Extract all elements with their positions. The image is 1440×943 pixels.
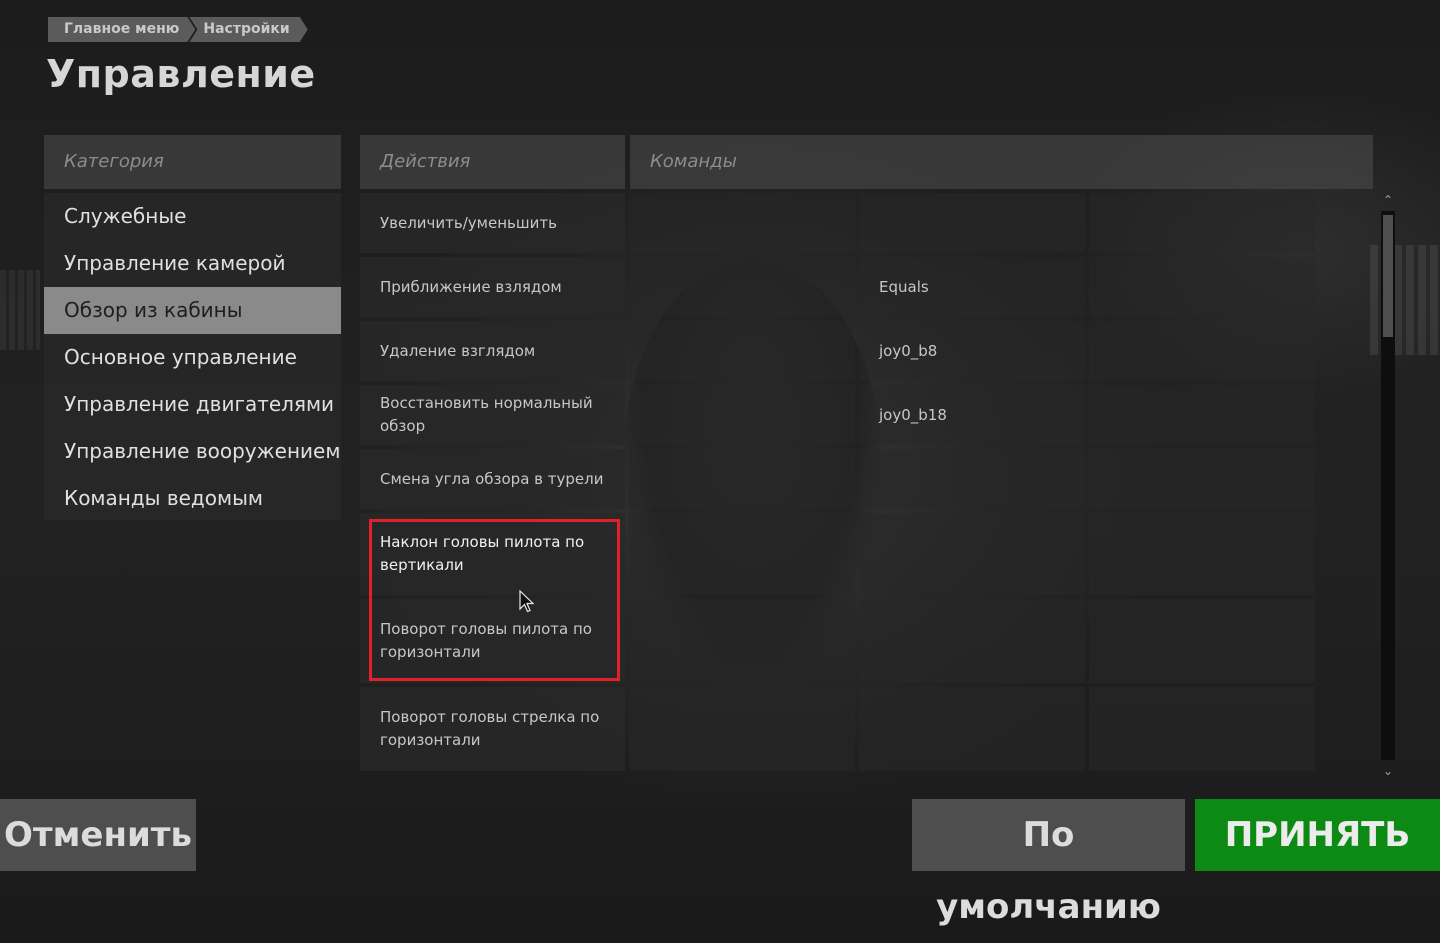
table-row: Приближение взлядом Equals [360,257,1373,317]
action-cell[interactable]: Восстановить нормальный обзор [360,385,625,445]
command-slot-1[interactable] [629,513,855,595]
category-item-wingman-commands[interactable]: Команды ведомым [44,475,341,522]
command-slot-2[interactable] [859,193,1085,253]
command-slot-3[interactable] [1089,385,1315,445]
action-cell[interactable]: Увеличить/уменьшить [360,193,625,253]
action-cell[interactable]: Поворот головы стрелка по горизонтали [360,687,625,771]
command-slot-3[interactable] [1089,599,1315,683]
command-slot-1[interactable] [629,193,855,253]
scrollbar-thumb[interactable] [1383,215,1393,337]
selection-highlight-box [369,519,620,681]
command-slot-1[interactable] [629,449,855,509]
command-slot-3[interactable] [1089,449,1315,509]
command-slot-3[interactable] [1089,257,1315,317]
page-title: Управление [46,52,316,96]
category-item-weapons-control[interactable]: Управление вооружением [44,428,341,475]
commands-header: Команды [630,135,1373,189]
table-row: Смена угла обзора в турели [360,449,1373,509]
command-slot-3[interactable] [1089,687,1315,771]
table-row: Увеличить/уменьшить [360,193,1373,253]
mouse-cursor-icon [519,590,535,613]
command-slot-1[interactable] [629,257,855,317]
table-row: Поворот головы стрелка по горизонтали [360,687,1373,771]
command-slot-2[interactable] [859,513,1085,595]
background-hangar-left [0,270,40,350]
command-slot-2[interactable] [859,599,1085,683]
actions-header: Действия [360,135,625,189]
category-header: Категория [44,135,341,189]
scroll-down-icon[interactable]: ⌄ [1381,764,1395,778]
table-row: Восстановить нормальный обзор joy0_b18 [360,385,1373,445]
command-slot-1[interactable] [629,321,855,381]
command-slot-2[interactable] [859,449,1085,509]
command-slot-1[interactable] [629,599,855,683]
command-slot-1[interactable] [629,687,855,771]
restore-defaults-button[interactable]: По умолчанию [912,799,1185,927]
command-slot-2[interactable] [859,687,1085,771]
category-item-cockpit-view[interactable]: Обзор из кабины [44,287,341,334]
table-row: Удаление взглядом joy0_b8 [360,321,1373,381]
category-item-engine-control[interactable]: Управление двигателями [44,381,341,428]
command-slot-3[interactable] [1089,321,1315,381]
category-list: Служебные Управление камерой Обзор из ка… [44,193,341,520]
command-slot-3[interactable] [1089,513,1315,595]
category-item-camera-control[interactable]: Управление камерой [44,240,341,287]
accept-button[interactable]: ПРИНЯТЬ [1195,799,1440,871]
breadcrumb-main-menu[interactable]: Главное меню [48,17,195,42]
cancel-button[interactable]: Отменить [0,799,196,871]
action-cell[interactable]: Удаление взглядом [360,321,625,381]
command-slot-1[interactable] [629,385,855,445]
breadcrumb-settings[interactable]: Настройки [189,17,307,42]
bindings-table: Увеличить/уменьшить Приближение взлядом … [360,193,1373,780]
action-cell[interactable]: Смена угла обзора в турели [360,449,625,509]
action-cell[interactable]: Приближение взлядом [360,257,625,317]
command-slot-2[interactable]: joy0_b18 [859,385,1085,445]
command-slot-3[interactable] [1089,193,1315,253]
command-slot-2[interactable]: joy0_b8 [859,321,1085,381]
category-item-service[interactable]: Служебные [44,193,341,240]
scrollbar-track[interactable] [1381,211,1395,760]
category-item-basic-control[interactable]: Основное управление [44,334,341,381]
breadcrumb: Главное меню Настройки [48,17,308,42]
command-slot-2[interactable]: Equals [859,257,1085,317]
scroll-up-icon[interactable]: ⌃ [1381,193,1395,207]
